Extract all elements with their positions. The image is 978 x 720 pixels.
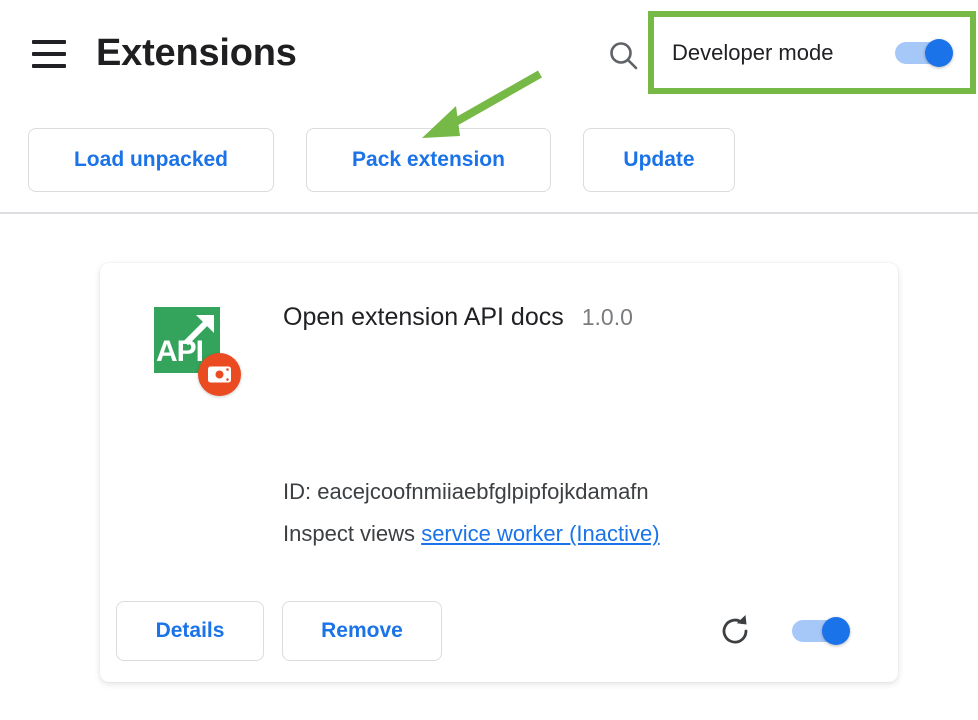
search-icon[interactable] — [606, 38, 642, 74]
extension-card-actions: Details Remove — [116, 601, 882, 663]
remove-button[interactable]: Remove — [282, 601, 442, 661]
toggle-knob — [822, 617, 850, 645]
extension-title-row: Open extension API docs 1.0.0 — [283, 303, 633, 332]
details-button[interactable]: Details — [116, 601, 264, 661]
extension-id: ID: eacejcoofnmiiaebfglpipfojkdamafn — [283, 475, 649, 509]
extension-version: 1.0.0 — [582, 304, 633, 331]
api-docs-extension-icon: API — [154, 307, 226, 379]
menu-bar-1 — [32, 40, 66, 44]
icon-api-text: API — [156, 335, 203, 369]
menu-bar-2 — [32, 52, 66, 56]
load-unpacked-button[interactable]: Load unpacked — [28, 128, 274, 192]
page-header: Extensions Developer mode — [0, 0, 978, 106]
header-divider — [0, 212, 978, 214]
developer-mode-toggle[interactable] — [895, 39, 953, 67]
pack-extension-button[interactable]: Pack extension — [306, 128, 551, 192]
inspect-views-row: Inspect views service worker (Inactive) — [283, 517, 660, 551]
hamburger-menu-icon[interactable] — [26, 33, 72, 75]
menu-bar-3 — [32, 64, 66, 68]
toggle-knob — [925, 39, 953, 67]
page-title: Extensions — [96, 26, 297, 80]
developer-mode-label: Developer mode — [672, 40, 833, 66]
extension-enabled-toggle[interactable] — [792, 617, 850, 645]
extensions-toolbar: Load unpacked Pack extension Update — [0, 128, 978, 194]
service-worker-link[interactable]: service worker (Inactive) — [421, 521, 659, 546]
reload-icon[interactable] — [716, 612, 754, 650]
unpacked-extension-badge — [198, 353, 241, 396]
extension-card: API Open extension API docs 1.0.0 ID: ea… — [100, 263, 898, 682]
extensions-page: Extensions Developer mode Load unpacked … — [0, 0, 978, 720]
inspect-views-label: Inspect views — [283, 521, 415, 546]
developer-mode-row[interactable]: Developer mode — [660, 22, 965, 84]
update-button[interactable]: Update — [583, 128, 735, 192]
extension-name: Open extension API docs — [283, 303, 564, 332]
